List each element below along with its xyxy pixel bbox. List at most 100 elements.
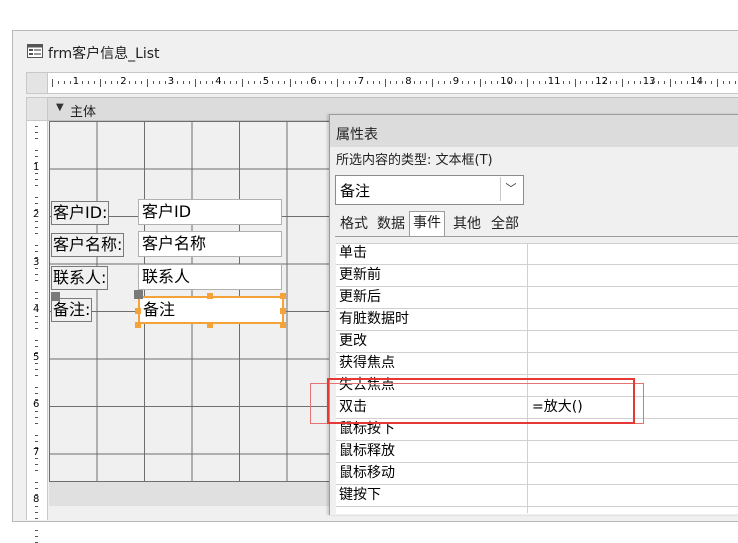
ruler-tick <box>230 81 232 84</box>
ruler-tick <box>705 81 707 84</box>
ruler-tick <box>402 81 404 84</box>
property-row[interactable] <box>336 353 738 375</box>
ruler-tick <box>610 81 612 84</box>
ruler-tick <box>135 81 137 84</box>
ruler-tick <box>35 345 38 347</box>
resize-handle[interactable] <box>135 322 141 328</box>
ruler-tick <box>449 81 451 84</box>
ruler-tick <box>35 185 38 187</box>
ruler-number: 8 <box>33 494 40 505</box>
ruler-tick <box>35 220 38 222</box>
property-row[interactable] <box>336 243 738 265</box>
ruler-tick <box>105 81 107 84</box>
ruler-number: 2 <box>120 76 127 87</box>
resize-handle[interactable] <box>207 322 213 328</box>
ruler-tick <box>87 81 89 84</box>
ruler-tick <box>396 81 398 84</box>
ruler-tick <box>224 81 226 84</box>
tab-all[interactable]: 全部 <box>488 213 522 235</box>
ruler-tick <box>152 81 154 84</box>
resize-handle[interactable] <box>280 293 286 299</box>
ruler-number: 10 <box>500 76 513 87</box>
ruler-tick <box>253 81 255 84</box>
resize-handle[interactable] <box>280 308 286 314</box>
section-selector[interactable] <box>26 97 48 121</box>
chevron-down-icon[interactable]: ﹀ <box>500 177 521 201</box>
textbox-contact[interactable]: 联系人 <box>138 264 282 290</box>
ruler-tick <box>164 81 166 84</box>
ruler-tick <box>681 81 683 84</box>
label-customer-id[interactable]: 客户ID: <box>51 201 110 225</box>
property-sheet-header <box>330 115 738 147</box>
property-row[interactable] <box>336 331 738 353</box>
property-row[interactable] <box>336 287 738 309</box>
ruler-tick <box>182 81 184 84</box>
ruler-tick <box>35 280 38 282</box>
ruler-tick <box>35 327 38 329</box>
ruler-tick <box>35 125 38 127</box>
tab-event[interactable]: 事件 <box>409 211 445 237</box>
ruler-tick <box>497 81 499 84</box>
ruler-tick <box>35 505 38 507</box>
ruler-tick <box>147 79 148 87</box>
ruler-tick <box>35 470 38 472</box>
property-row[interactable] <box>336 463 738 485</box>
ruler-tick <box>117 81 119 84</box>
resize-handle[interactable] <box>280 322 286 328</box>
ruler-tick <box>35 268 38 270</box>
label-remark[interactable]: 备注: <box>51 298 93 322</box>
selection-type-label: 所选内容的类型: 文本框(T) <box>336 153 493 168</box>
tab-data[interactable]: 数据 <box>374 213 408 235</box>
ruler-tick <box>111 81 113 84</box>
resize-handle[interactable] <box>135 308 141 314</box>
property-row[interactable] <box>336 265 738 287</box>
ruler-tick <box>420 81 422 84</box>
ruler-number: 4 <box>33 304 40 315</box>
ruler-tick <box>295 81 297 84</box>
ruler-tick <box>342 81 344 84</box>
ruler-tick <box>158 81 160 84</box>
ruler-tick <box>129 81 131 84</box>
ruler-number: 3 <box>33 256 40 268</box>
form-selector[interactable] <box>26 72 48 94</box>
ruler-tick <box>354 81 356 84</box>
property-row[interactable] <box>336 485 738 507</box>
ruler-tick <box>580 81 582 84</box>
tab-format[interactable]: 格式 <box>337 213 371 235</box>
resize-handle[interactable] <box>207 293 213 299</box>
textbox-customer-name[interactable]: 客户名称 <box>138 231 282 257</box>
ruler-number: 12 <box>595 76 608 87</box>
ruler-tick <box>35 387 38 389</box>
ruler-tick <box>35 173 38 175</box>
textbox-remark[interactable]: 备注 <box>138 296 284 324</box>
property-name: 键按下 <box>339 487 381 503</box>
ruler-tick <box>622 79 623 87</box>
ruler-tick <box>35 339 38 341</box>
ruler-number: 2 <box>33 209 40 220</box>
ruler-tick <box>35 363 38 365</box>
ruler-tick <box>35 482 38 484</box>
label-contact[interactable]: 联系人: <box>51 266 109 290</box>
ruler-tick <box>259 81 261 84</box>
ruler-number: 4 <box>215 76 222 87</box>
move-handle[interactable] <box>134 290 143 299</box>
ruler-tick <box>35 511 38 513</box>
highlight-box <box>327 378 635 424</box>
ruler-tick <box>325 81 327 84</box>
textbox-customer-id[interactable]: 客户ID <box>138 199 282 225</box>
ruler-tick <box>35 197 38 199</box>
ruler-number: 6 <box>33 399 40 410</box>
ruler-tick <box>538 81 540 84</box>
property-row[interactable] <box>336 441 738 463</box>
move-handle[interactable] <box>51 292 60 301</box>
ruler-tick <box>348 81 350 84</box>
ruler-tick <box>35 535 38 537</box>
label-customer-name[interactable]: 客户名称: <box>51 233 125 257</box>
ruler-tick <box>527 79 528 87</box>
ruler-tick <box>734 81 736 84</box>
ruler-tick <box>461 81 463 84</box>
tab-divider <box>335 236 738 237</box>
tab-other[interactable]: 其他 <box>450 213 484 235</box>
ruler-tick <box>277 81 279 84</box>
ruler-tick <box>212 81 214 84</box>
